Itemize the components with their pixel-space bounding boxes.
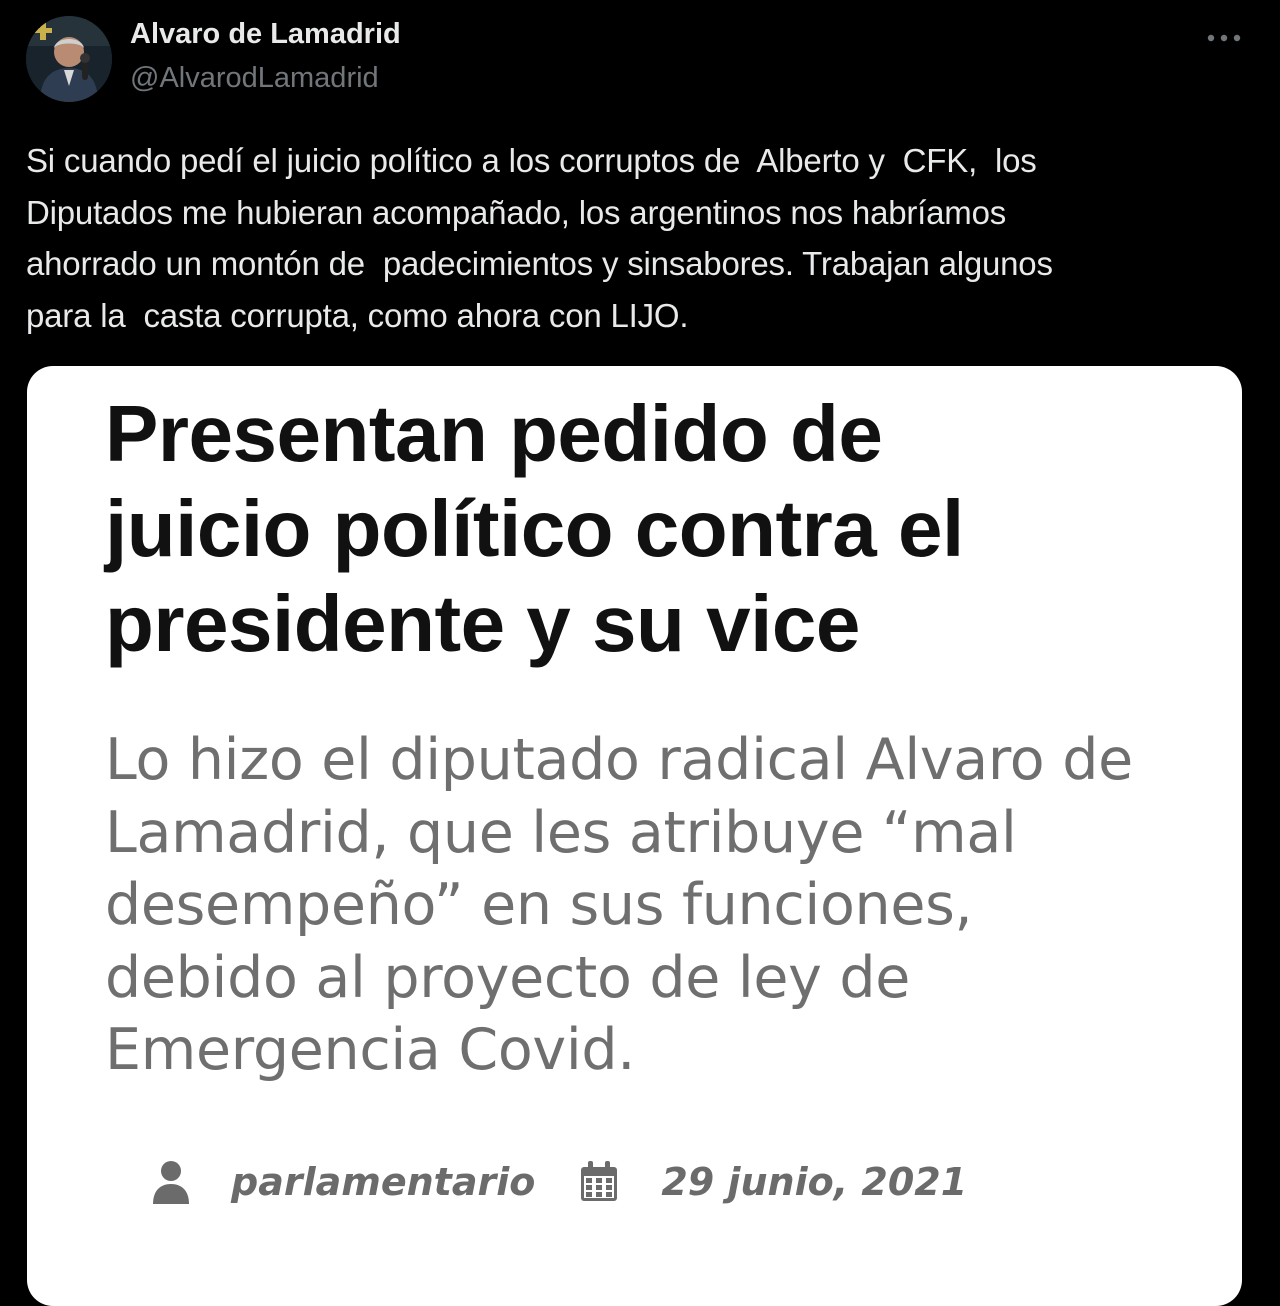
article-date: 29 junio, 2021: [661, 1160, 968, 1204]
author-name[interactable]: Alvaro de Lamadrid: [130, 18, 401, 51]
article-meta: parlamentario 29 junio, 2021: [147, 1152, 967, 1212]
tweet: Alvaro de Lamadrid @AlvarodLamadrid Si c…: [0, 0, 1280, 1306]
more-options-button[interactable]: [1200, 22, 1248, 54]
article-title: Presentan pedido de juicio político cont…: [105, 389, 964, 668]
user-icon: [147, 1158, 195, 1206]
calendar-icon: [577, 1158, 621, 1206]
author-handle[interactable]: @AlvarodLamadrid: [130, 62, 379, 95]
tweet-text: Si cuando pedí el juicio político a los …: [26, 142, 1053, 334]
article-author: parlamentario: [231, 1160, 536, 1204]
avatar[interactable]: [26, 16, 112, 102]
article-subtitle: Lo hizo el diputado radical Alvaro de La…: [105, 727, 1133, 1083]
more-horizontal-icon: [1207, 34, 1241, 42]
media-image[interactable]: Presentan pedido de juicio político cont…: [27, 366, 1242, 1306]
